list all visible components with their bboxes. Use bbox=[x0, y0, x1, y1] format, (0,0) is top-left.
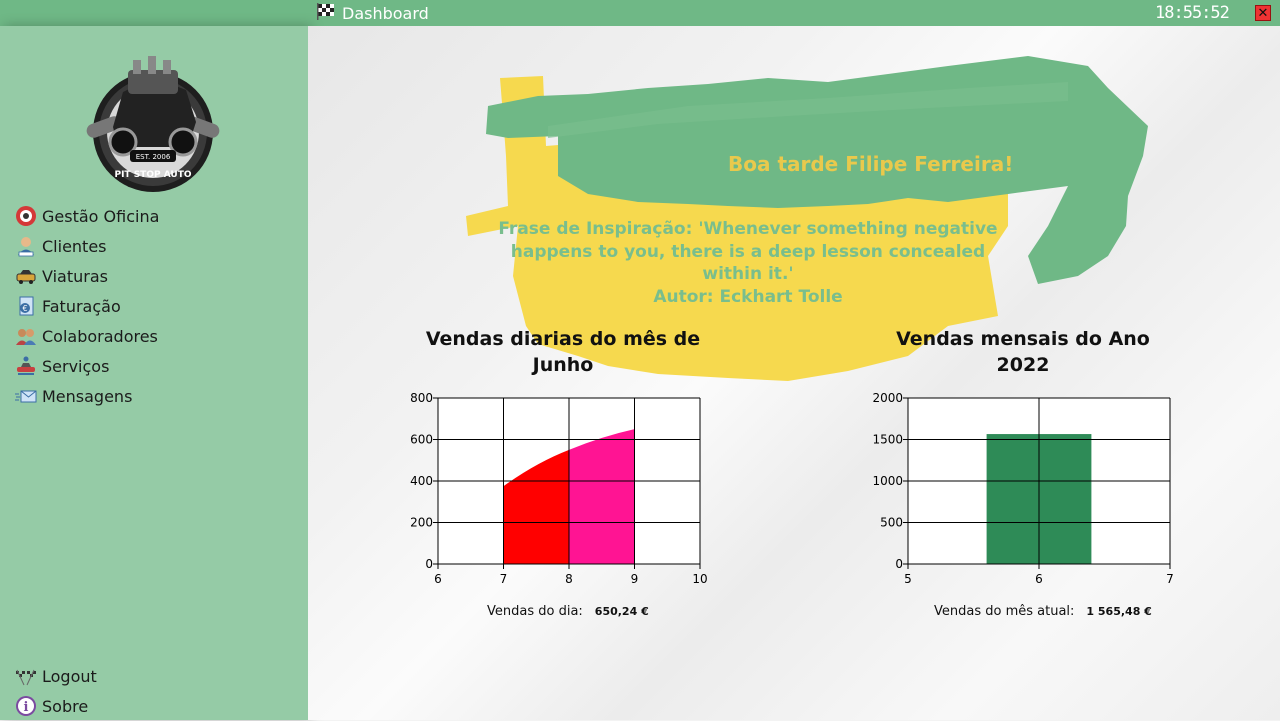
sidebar-item-gestao-oficina[interactable]: Gestão Oficina bbox=[14, 201, 159, 231]
logout-icon bbox=[14, 664, 38, 688]
window-title: Dashboard bbox=[342, 3, 429, 23]
x-tick-label: 8 bbox=[565, 572, 573, 586]
greeting-text: Boa tarde Filipe Ferreira! bbox=[728, 152, 1014, 176]
y-tick-label: 800 bbox=[410, 391, 433, 405]
sidebar-item-mensagens[interactable]: Mensagens bbox=[14, 381, 159, 411]
x-tick-label: 6 bbox=[1035, 572, 1043, 586]
sidebar-item-label: Colaboradores bbox=[42, 326, 158, 346]
monthly-sales-chart: 5 6 7 0 500 1000 1500 2000 bbox=[872, 391, 1174, 586]
info-icon: i bbox=[14, 694, 38, 718]
y-tick-label: 600 bbox=[410, 433, 433, 447]
logo-brand-text: PIT STOP AUTO bbox=[114, 170, 191, 180]
sidebar-item-label: Serviços bbox=[42, 356, 110, 376]
y-tick-label: 1500 bbox=[872, 433, 903, 447]
y-tick-label: 400 bbox=[410, 474, 433, 488]
svg-text:€: € bbox=[22, 304, 27, 313]
y-tick-label: 1000 bbox=[872, 474, 903, 488]
x-tick-label: 7 bbox=[1166, 572, 1174, 586]
monthly-sales-stat: Vendas do mês atual: 1 565,48 € bbox=[934, 604, 1152, 619]
x-tick-label: 10 bbox=[692, 572, 707, 586]
area-segment bbox=[569, 429, 635, 564]
checkered-flag-icon bbox=[316, 2, 336, 24]
car-icon bbox=[14, 264, 38, 288]
sidebar-item-clientes[interactable]: Clientes bbox=[14, 231, 159, 261]
monthly-sales-label: Vendas do mês atual: bbox=[934, 604, 1075, 619]
x-tick-label: 9 bbox=[631, 572, 639, 586]
sidebar-item-label: Sobre bbox=[42, 696, 89, 716]
sidebar-item-label: Viaturas bbox=[42, 266, 108, 286]
y-tick-label: 2000 bbox=[872, 391, 903, 405]
dashboard-main: Boa tarde Filipe Ferreira! Frase de Insp… bbox=[308, 26, 1280, 720]
sidebar-item-label: Clientes bbox=[42, 236, 107, 256]
sidebar-item-label: Gestão Oficina bbox=[42, 206, 160, 226]
y-tick-label: 500 bbox=[880, 516, 903, 530]
sidebar-item-sobre[interactable]: i Sobre bbox=[14, 691, 97, 721]
workshop-icon bbox=[14, 204, 38, 228]
sidebar-item-label: Logout bbox=[42, 666, 97, 686]
client-icon bbox=[14, 234, 38, 258]
sidebar-item-logout[interactable]: Logout bbox=[14, 661, 97, 691]
invoice-icon: € bbox=[14, 294, 38, 318]
x-tick-label: 5 bbox=[904, 572, 912, 586]
sidebar-menu: Gestão Oficina Clientes Viaturas € Fatur… bbox=[14, 201, 159, 411]
y-tick-label: 0 bbox=[895, 557, 903, 571]
y-tick-label: 0 bbox=[425, 557, 433, 571]
sidebar: EST. 2006 PIT STOP AUTO Gestão Oficina C… bbox=[0, 26, 308, 720]
daily-sales-value: 650,24 € bbox=[594, 605, 649, 618]
daily-chart-title: Vendas diarias do mês de Junho bbox=[425, 328, 701, 376]
title-bar: Dashboard 18:55:52 ✕ bbox=[0, 0, 1280, 26]
sidebar-item-label: Mensagens bbox=[42, 386, 133, 406]
team-icon bbox=[14, 324, 38, 348]
inspiration-quote: Frase de Inspiração: 'Whenever something… bbox=[488, 218, 1008, 308]
y-tick-label: 200 bbox=[410, 516, 433, 530]
logo-est-text: EST. 2006 bbox=[136, 153, 171, 161]
clock: 18:55:52 bbox=[1155, 3, 1230, 23]
svg-text:i: i bbox=[24, 700, 29, 715]
quote-author: Autor: Eckhart Tolle bbox=[653, 286, 843, 307]
close-button[interactable]: ✕ bbox=[1255, 5, 1271, 21]
service-icon bbox=[14, 354, 38, 378]
sidebar-item-viaturas[interactable]: Viaturas bbox=[14, 261, 159, 291]
monthly-sales-value: 1 565,48 € bbox=[1086, 605, 1152, 618]
sidebar-item-colaboradores[interactable]: Colaboradores bbox=[14, 321, 159, 351]
sidebar-item-label: Faturação bbox=[42, 296, 121, 316]
x-tick-label: 7 bbox=[500, 572, 508, 586]
x-tick-label: 6 bbox=[434, 572, 442, 586]
monthly-chart-title: Vendas mensais do Ano 2022 bbox=[896, 328, 1150, 376]
daily-sales-chart: 6 7 8 9 10 0 200 400 600 800 bbox=[410, 391, 708, 586]
window-title-group: Dashboard bbox=[316, 3, 429, 23]
sidebar-item-faturacao[interactable]: € Faturação bbox=[14, 291, 159, 321]
daily-sales-label: Vendas do dia: bbox=[487, 604, 583, 619]
daily-sales-stat: Vendas do dia: 650,24 € bbox=[487, 604, 649, 619]
mail-icon bbox=[14, 384, 38, 408]
sidebar-item-servicos[interactable]: Serviços bbox=[14, 351, 159, 381]
pit-stop-auto-logo: EST. 2006 PIT STOP AUTO bbox=[78, 42, 228, 202]
sidebar-bottom-menu: Logout i Sobre bbox=[14, 661, 97, 721]
quote-text: Frase de Inspiração: 'Whenever something… bbox=[498, 219, 998, 284]
